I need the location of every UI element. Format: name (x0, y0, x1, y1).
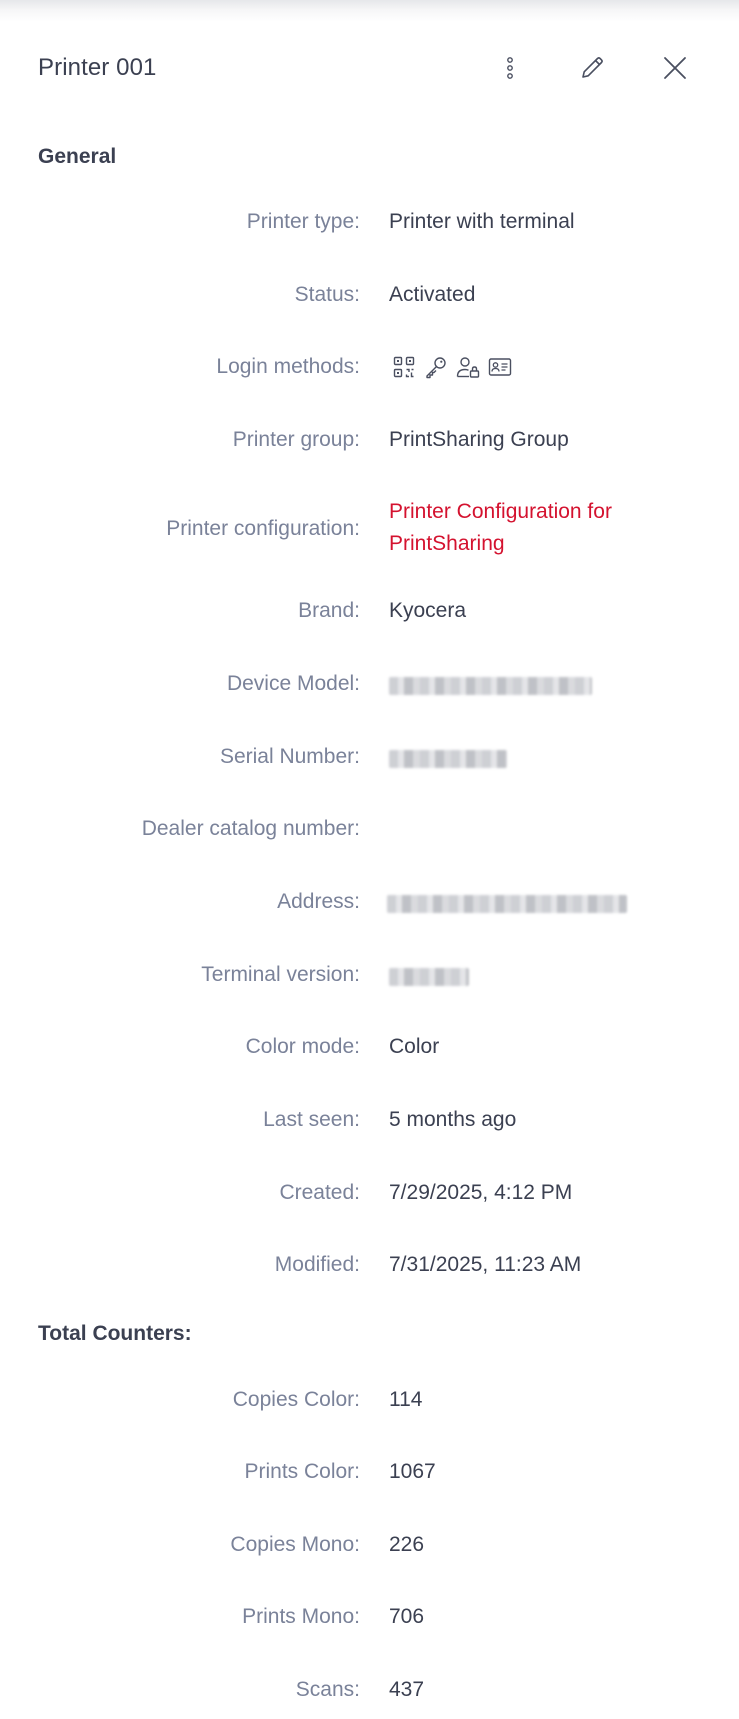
row-last-seen: Last seen: 5 months ago (0, 1104, 739, 1144)
created-label: Created: (279, 1181, 360, 1204)
qr-code-icon (392, 355, 416, 379)
copies-mono-value: 226 (389, 1533, 425, 1556)
row-printer-group: Printer group: PrintSharing Group (0, 424, 739, 464)
user-lock-icon (456, 355, 480, 379)
row-modified: Modified: 7/31/2025, 11:23 AM (0, 1249, 739, 1289)
edit-button[interactable] (572, 48, 612, 88)
prints-color-label: Prints Color: (244, 1460, 360, 1483)
address-label: Address: (277, 890, 360, 913)
pencil-icon (579, 55, 605, 81)
copies-color-value: 114 (389, 1388, 423, 1411)
modified-label: Modified: (274, 1253, 360, 1276)
printer-type-label: Printer type: (246, 210, 360, 233)
row-color-mode: Color mode: Color (0, 1031, 739, 1071)
terminal-version-label: Terminal version: (201, 963, 360, 986)
row-created: Created: 7/29/2025, 4:12 PM (0, 1177, 739, 1217)
status-label: Status: (294, 283, 360, 306)
printer-configuration-link[interactable]: Printer Configuration for PrintSharing (389, 496, 689, 560)
brand-label: Brand: (298, 599, 360, 622)
row-brand: Brand: Kyocera (0, 595, 739, 635)
serial-number-label: Serial Number: (219, 745, 360, 768)
row-address: Address: (0, 886, 739, 926)
address-redacted (387, 895, 627, 913)
created-value: 7/29/2025, 4:12 PM (389, 1181, 573, 1204)
scans-label: Scans: (295, 1678, 360, 1701)
panel-title: Printer 001 (38, 54, 157, 81)
printer-configuration-label: Printer configuration: (166, 517, 360, 540)
close-button[interactable] (655, 48, 695, 88)
color-mode-label: Color mode: (245, 1035, 360, 1058)
device-model-redacted (389, 677, 592, 695)
brand-value: Kyocera (389, 599, 467, 622)
row-copies-color: Copies Color: 114 (0, 1384, 739, 1424)
row-device-model: Device Model: (0, 668, 739, 708)
row-terminal-version: Terminal version: (0, 959, 739, 999)
key-icon (424, 355, 448, 379)
color-mode-value: Color (389, 1035, 440, 1058)
row-prints-color: Prints Color: 1067 (0, 1456, 739, 1496)
prints-color-value: 1067 (389, 1460, 436, 1483)
printer-group-label: Printer group: (232, 428, 360, 451)
section-title-general: General (38, 145, 117, 168)
printer-group-value: PrintSharing Group (389, 428, 569, 451)
status-value: Activated (389, 283, 476, 306)
row-printer-type: Printer type: Printer with terminal (0, 206, 739, 246)
last-seen-label: Last seen: (263, 1108, 360, 1131)
more-vertical-icon (505, 56, 515, 80)
close-icon (663, 56, 687, 80)
dealer-catalog-number-label: Dealer catalog number: (141, 817, 360, 840)
panel-header: Printer 001 (38, 48, 698, 90)
scans-value: 437 (389, 1678, 425, 1701)
row-copies-mono: Copies Mono: 226 (0, 1529, 739, 1569)
serial-number-redacted (389, 750, 507, 768)
row-login-methods: Login methods: (0, 351, 739, 391)
device-model-label: Device Model: (226, 672, 360, 695)
row-serial-number: Serial Number: (0, 741, 739, 781)
id-card-icon (488, 355, 512, 379)
row-prints-mono: Prints Mono: 706 (0, 1601, 739, 1641)
row-printer-configuration: Printer configuration: Printer Configura… (0, 496, 739, 568)
login-methods-icons (392, 355, 512, 379)
last-seen-value: 5 months ago (389, 1108, 517, 1131)
modified-value: 7/31/2025, 11:23 AM (389, 1253, 582, 1276)
copies-mono-label: Copies Mono: (230, 1533, 360, 1556)
row-status: Status: Activated (0, 279, 739, 319)
copies-color-label: Copies Color: (232, 1388, 360, 1411)
more-options-button[interactable] (490, 48, 530, 88)
row-scans: Scans: 437 (0, 1674, 739, 1714)
prints-mono-label: Prints Mono: (242, 1605, 360, 1628)
login-methods-label: Login methods: (216, 355, 360, 378)
panel-top-shadow (0, 0, 739, 22)
section-title-total-counters: Total Counters: (38, 1322, 192, 1345)
terminal-version-redacted (389, 968, 469, 986)
row-dealer-catalog-number: Dealer catalog number: (0, 813, 739, 853)
prints-mono-value: 706 (389, 1605, 425, 1628)
printer-type-value: Printer with terminal (389, 210, 575, 233)
